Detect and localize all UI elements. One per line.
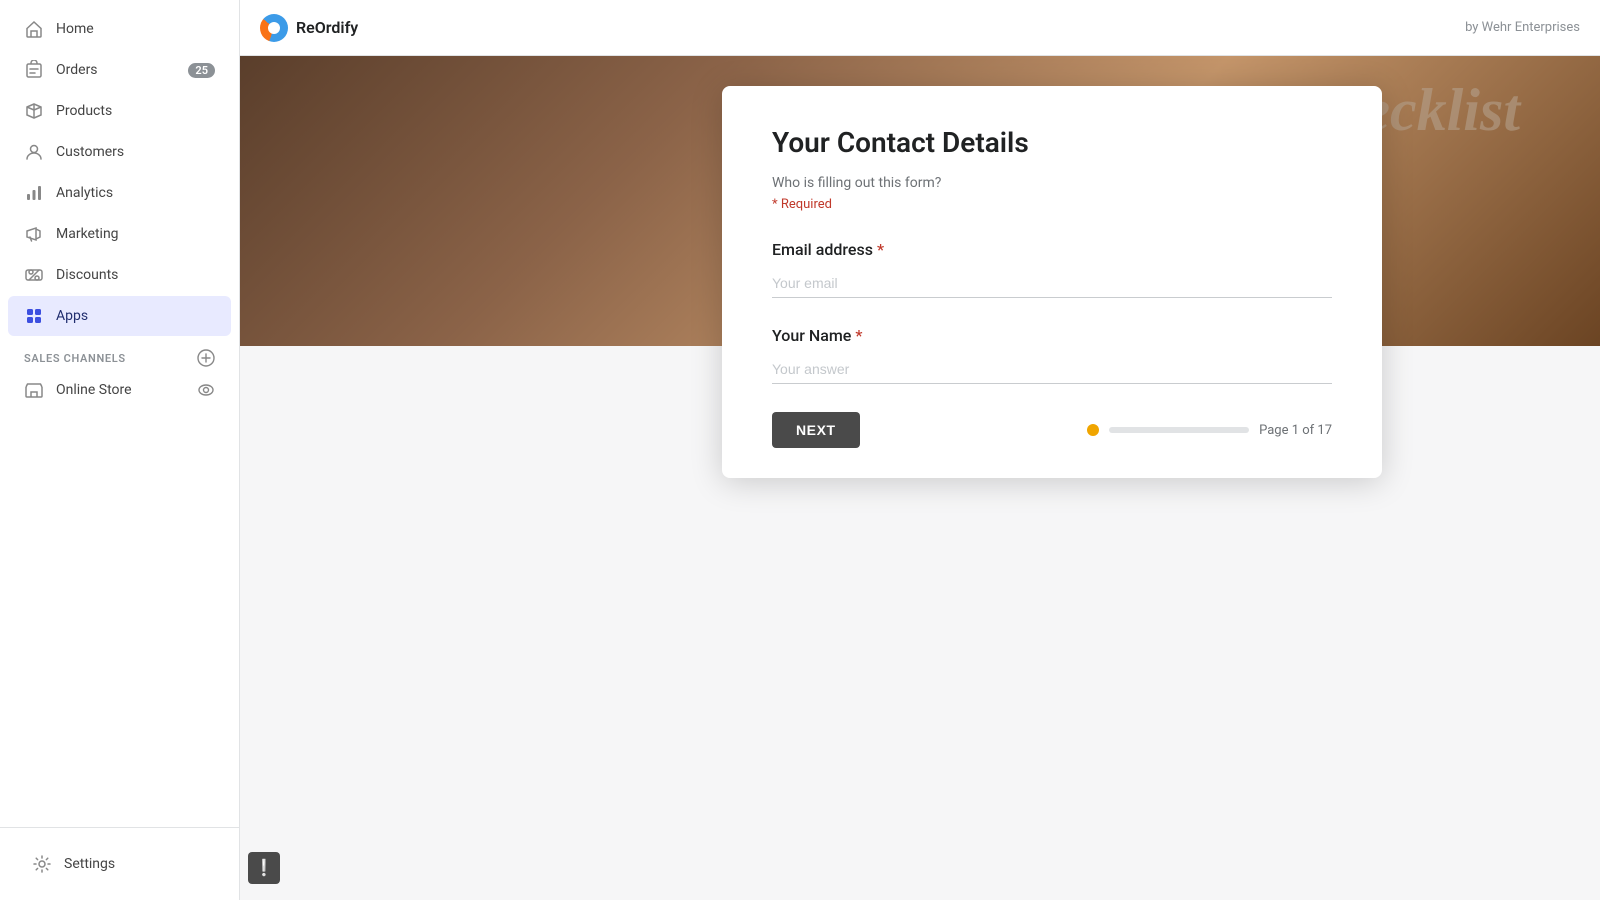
sidebar-item-customers-label: Customers: [56, 144, 124, 160]
products-icon: [24, 101, 44, 121]
sidebar-item-discounts[interactable]: Discounts: [8, 255, 231, 295]
sales-channels-section: SALES CHANNELS: [0, 337, 239, 371]
sidebar-item-orders[interactable]: Orders 25: [8, 50, 231, 90]
online-store-icon: [24, 380, 44, 400]
progress-dot: [1087, 424, 1099, 436]
sidebar-item-analytics-label: Analytics: [56, 185, 113, 201]
add-sales-channel-button[interactable]: [197, 349, 215, 367]
sales-channels-label: SALES CHANNELS: [24, 352, 126, 365]
page-label: Page 1 of 17: [1259, 423, 1332, 438]
sidebar-item-home-label: Home: [56, 21, 94, 37]
sidebar-item-home[interactable]: Home: [8, 9, 231, 49]
next-button[interactable]: NEXT: [772, 412, 860, 448]
apps-icon: [24, 306, 44, 326]
email-field-group: Email address *: [772, 240, 1332, 298]
feedback-icon: ❕: [254, 858, 274, 878]
sidebar-item-apps[interactable]: Apps: [8, 296, 231, 336]
name-required-star: *: [855, 326, 862, 345]
sidebar-item-discounts-label: Discounts: [56, 267, 118, 283]
email-label: Email address *: [772, 240, 1332, 259]
sidebar: Home Orders 25 Products: [0, 0, 240, 900]
contact-form-modal: Your Contact Details Who is filling out …: [722, 86, 1382, 478]
progress-bar: [1109, 427, 1249, 433]
content-area: Checklist R ordify Your Contact Details …: [240, 56, 1600, 900]
sidebar-nav: Home Orders 25 Products: [0, 0, 239, 827]
form-required-label: * Required: [772, 197, 1332, 212]
marketing-icon: [24, 224, 44, 244]
email-input[interactable]: [772, 269, 1332, 298]
feedback-button[interactable]: ❕: [248, 852, 280, 884]
sidebar-item-customers[interactable]: Customers: [8, 132, 231, 172]
progress-area: Page 1 of 17: [1087, 423, 1332, 438]
email-required-star: *: [877, 240, 884, 259]
discounts-icon: [24, 265, 44, 285]
topbar-logo: ReOrdify: [260, 14, 358, 42]
form-footer: NEXT Page 1 of 17: [772, 412, 1332, 448]
sidebar-item-analytics[interactable]: Analytics: [8, 173, 231, 213]
sidebar-item-apps-label: Apps: [56, 308, 88, 324]
form-title: Your Contact Details: [772, 126, 1332, 159]
topbar: ReOrdify by Wehr Enterprises: [240, 0, 1600, 56]
name-field-group: Your Name *: [772, 326, 1332, 384]
name-input[interactable]: [772, 355, 1332, 384]
orders-icon: [24, 60, 44, 80]
customers-icon: [24, 142, 44, 162]
topbar-by-text: by Wehr Enterprises: [1465, 20, 1580, 35]
name-label: Your Name *: [772, 326, 1332, 345]
orders-badge: 25: [188, 63, 215, 78]
sidebar-item-products[interactable]: Products: [8, 91, 231, 131]
sidebar-item-settings-label: Settings: [64, 856, 115, 872]
sidebar-bottom: Settings: [0, 827, 239, 900]
sidebar-item-orders-label: Orders: [56, 62, 98, 78]
sidebar-item-marketing-label: Marketing: [56, 226, 119, 242]
settings-icon: [32, 854, 52, 874]
sidebar-item-online-store[interactable]: Online Store: [8, 372, 231, 408]
online-store-label: Online Store: [56, 382, 132, 398]
logo-icon: [260, 14, 288, 42]
form-subtitle: Who is filling out this form?: [772, 175, 1332, 191]
sidebar-item-marketing[interactable]: Marketing: [8, 214, 231, 254]
home-icon: [24, 19, 44, 39]
sidebar-item-settings[interactable]: Settings: [16, 844, 223, 884]
sidebar-item-products-label: Products: [56, 103, 112, 119]
logo-inner: [268, 22, 280, 34]
topbar-brand: ReOrdify: [296, 18, 358, 37]
online-store-visibility-button[interactable]: [197, 381, 215, 399]
main-area: ReOrdify by Wehr Enterprises Checklist R…: [240, 0, 1600, 900]
analytics-icon: [24, 183, 44, 203]
